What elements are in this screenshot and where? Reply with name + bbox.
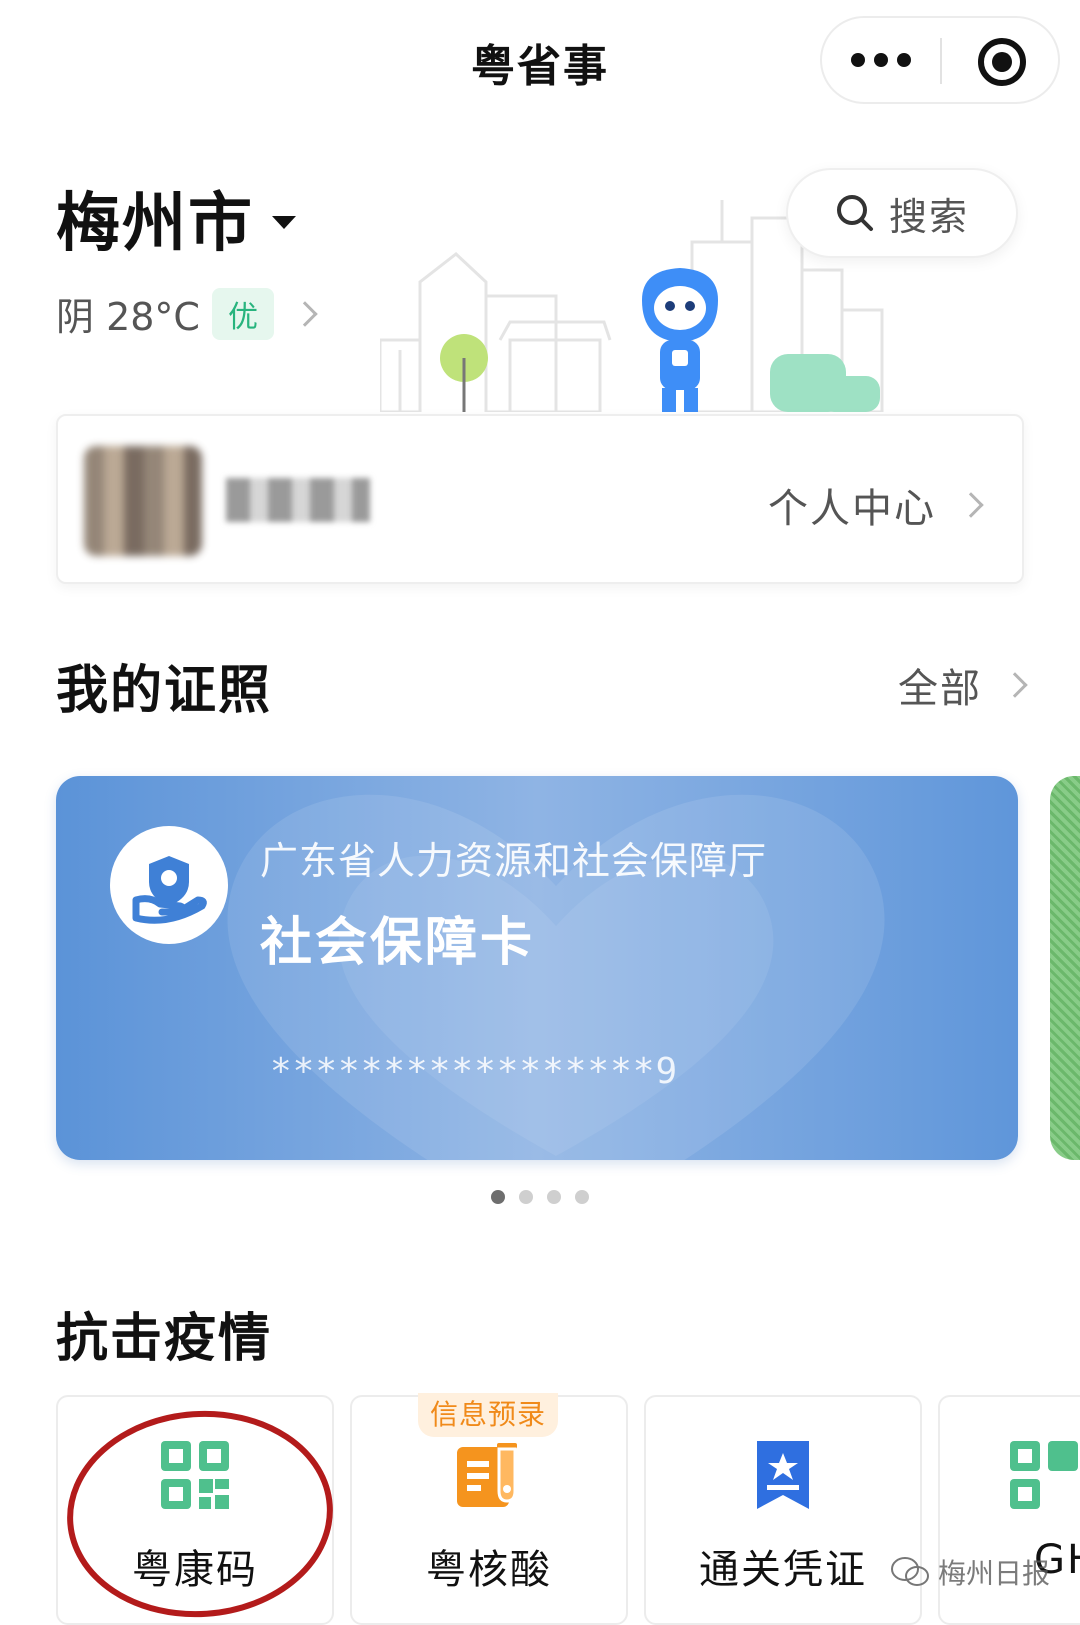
pager-dot[interactable]	[519, 1190, 533, 1204]
next-certificate-card-peek[interactable]	[1050, 776, 1080, 1160]
card-name: 社会保障卡	[260, 913, 536, 973]
carousel-pager	[0, 1190, 1080, 1204]
personal-center-label: 个人中心	[768, 486, 936, 532]
top-navbar: 粤省事	[0, 0, 1080, 120]
view-all-label: 全部	[898, 666, 982, 712]
personal-center-link[interactable]: 个人中心	[768, 476, 984, 534]
capsule-divider	[940, 38, 942, 84]
social-security-logo-icon	[110, 826, 228, 944]
pager-dot[interactable]	[575, 1190, 589, 1204]
card-number-masked: *****************9	[270, 1051, 679, 1092]
watermark-text: 梅州日报	[938, 1557, 1051, 1590]
more-menu-icon[interactable]	[822, 18, 940, 102]
card-issuer: 广东省人力资源和社会保障厅	[260, 839, 768, 883]
pager-dot[interactable]	[491, 1190, 505, 1204]
tile-label: 通关凭证	[699, 1547, 867, 1593]
section-title-epidemic: 抗击疫情	[56, 1309, 273, 1369]
source-watermark: 梅州日报	[890, 1552, 1050, 1592]
search-button[interactable]: 搜索	[786, 168, 1018, 258]
chevron-right-icon	[1002, 672, 1028, 698]
section-title-certificates: 我的证照	[56, 661, 273, 721]
tile-label: 粤核酸	[426, 1547, 552, 1593]
close-target-icon[interactable]	[978, 38, 1026, 86]
social-security-card[interactable]: 广东省人力资源和社会保障厅 社会保障卡 *****************9	[56, 776, 1018, 1160]
ribbon-star-icon	[757, 1441, 809, 1509]
weather-text: 阴 28°C	[56, 295, 200, 339]
chevron-right-icon	[958, 492, 984, 518]
search-label: 搜索	[888, 194, 969, 239]
chevron-right-icon	[292, 300, 318, 327]
tile-clearance-voucher[interactable]: 通关凭证	[644, 1395, 922, 1625]
info-preentry-tag: 信息预录	[418, 1393, 558, 1437]
red-highlight-circle	[67, 1410, 333, 1618]
qr-code-icon	[1010, 1441, 1078, 1509]
city-selector[interactable]: 梅州市	[56, 172, 296, 264]
wechat-icon	[891, 1557, 929, 1586]
user-name-blurred	[226, 478, 370, 522]
pager-dot[interactable]	[547, 1190, 561, 1204]
caret-down-icon	[272, 215, 296, 229]
certificates-view-all[interactable]: 全部	[898, 656, 1028, 714]
mascot-icon	[642, 268, 718, 412]
test-tube-icon	[457, 1443, 517, 1507]
user-profile-card[interactable]: 个人中心	[56, 414, 1024, 584]
weather-row[interactable]: 阴 28°C 优	[56, 286, 318, 341]
avatar	[84, 446, 202, 556]
city-name: 梅州市	[56, 187, 254, 261]
air-quality-badge: 优	[211, 287, 274, 340]
search-icon	[836, 195, 873, 231]
miniprogram-capsule	[820, 16, 1060, 104]
